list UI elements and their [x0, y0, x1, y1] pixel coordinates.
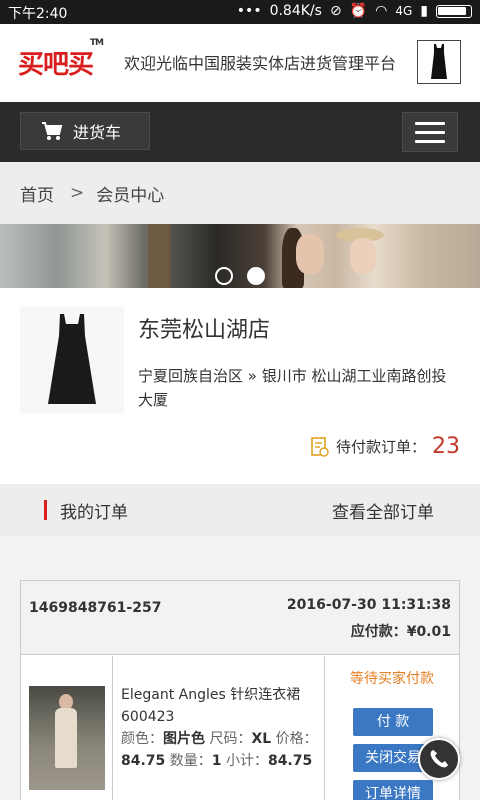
site-logo[interactable]: 买吧买 TM	[18, 38, 104, 81]
logo-text: 买吧买	[18, 50, 94, 80]
qty-value: 1	[211, 753, 222, 769]
dress-icon	[431, 44, 447, 79]
network-type: 4G	[395, 4, 413, 18]
carousel-dot-2[interactable]	[247, 267, 265, 285]
price-value: 84.75	[121, 753, 166, 769]
signal-icon: ▮	[420, 3, 428, 19]
wifi-icon: ◠	[375, 3, 388, 19]
pending-count: 23	[432, 434, 460, 459]
carousel-dot-1[interactable]	[215, 267, 233, 285]
subtotal-value: 84.75	[267, 753, 313, 769]
orders-section-header: 我的订单 查看全部订单	[0, 484, 480, 536]
store-address: 宁夏回族自治区 » 银川市 松山湖工业南路创投大厦	[138, 367, 447, 409]
dress-icon	[48, 314, 96, 404]
user-avatar[interactable]	[417, 40, 461, 84]
order-detail-button[interactable]: 订单详情	[353, 780, 433, 800]
carousel-dots	[215, 267, 265, 285]
banner-model-face	[296, 234, 324, 274]
product-info: Elegant Angles 针织连衣裙 600423 颜色：图片色 尺码：XL…	[113, 656, 325, 800]
size-value: XL	[251, 731, 272, 747]
pay-button[interactable]: 付 款	[353, 708, 433, 736]
phone-icon	[430, 750, 448, 768]
color-value: 图片色	[163, 731, 205, 747]
orders-title: 我的订单	[60, 503, 128, 523]
store-name: 东莞松山湖店	[138, 318, 271, 343]
pending-label: 待付款订单：	[335, 438, 426, 456]
trademark: TM	[89, 38, 104, 48]
order-status: 等待买家付款	[350, 671, 434, 687]
order-datetime: 2016-07-30 11:31:38	[286, 597, 451, 613]
nav-bar: 进货车	[0, 102, 480, 162]
mute-icon: ⊘	[329, 3, 342, 19]
product-name[interactable]: Elegant Angles 针织连衣裙 600423	[121, 684, 318, 728]
product-image[interactable]	[29, 686, 105, 790]
dots-icon: •••	[236, 3, 262, 19]
site-header: 买吧买 TM 欢迎光临中国服装实体店进货管理平台	[0, 24, 480, 102]
color-label: 颜色：	[121, 731, 163, 747]
subtotal-label: 小计：	[221, 753, 268, 769]
order-id: 1469848761-257	[29, 600, 162, 616]
cart-icon	[42, 122, 63, 140]
order-body: Elegant Angles 针织连衣裙 600423 颜色：图片色 尺码：XL…	[21, 656, 459, 800]
menu-button[interactable]	[402, 112, 458, 152]
welcome-text: 欢迎光临中国服装实体店进货管理平台	[124, 54, 397, 73]
battery-icon	[436, 4, 472, 18]
order-header: 1469848761-257 2016-07-30 11:31:38 应付款：¥…	[21, 581, 459, 655]
store-card: 东莞松山湖店 宁夏回族自治区 » 银川市 松山湖工业南路创投大厦 待付款订单： …	[0, 288, 480, 484]
product-image-cell	[21, 656, 113, 800]
network-speed: 0.84K/s	[269, 3, 322, 19]
cart-button[interactable]: 进货车	[20, 112, 150, 150]
cart-label: 进货车	[73, 123, 122, 142]
alarm-icon: ⏰	[349, 3, 368, 19]
store-thumbnail[interactable]	[20, 306, 124, 414]
breadcrumb: 首页 > 会员中心	[0, 162, 480, 224]
phone-call-button[interactable]	[418, 738, 460, 780]
view-all-orders-link[interactable]: 查看全部订单	[332, 498, 434, 523]
status-bar: 下午2:40 ••• 0.84K/s ⊘ ⏰ ◠ 4G ▮	[0, 0, 480, 24]
breadcrumb-home[interactable]: 首页	[20, 181, 54, 206]
order-card: 1469848761-257 2016-07-30 11:31:38 应付款：¥…	[20, 580, 460, 800]
qty-label: 数量：	[165, 753, 212, 769]
status-icons: ••• 0.84K/s ⊘ ⏰ ◠ 4G ▮	[237, 3, 472, 19]
product-meta: 颜色：图片色 尺码：XL 价格：84.75 数量：1 小计：84.75	[121, 728, 318, 772]
breadcrumb-separator: >	[70, 183, 85, 203]
price-label: 价格：	[271, 731, 318, 747]
size-label: 尺码：	[205, 731, 252, 747]
status-time: 下午2:40	[8, 6, 68, 22]
pending-orders[interactable]: 待付款订单： 23	[310, 434, 460, 459]
banner-decor	[148, 224, 170, 288]
breadcrumb-current: 会员中心	[96, 185, 165, 206]
menu-icon-bar	[415, 121, 445, 125]
product-dress	[55, 708, 77, 768]
menu-icon-bar	[415, 139, 445, 143]
order-list-icon	[311, 436, 329, 457]
menu-icon-bar	[415, 130, 445, 134]
order-amount-due: 应付款：¥0.01	[350, 624, 451, 640]
banner-model-face	[350, 238, 376, 274]
section-marker	[44, 500, 47, 520]
